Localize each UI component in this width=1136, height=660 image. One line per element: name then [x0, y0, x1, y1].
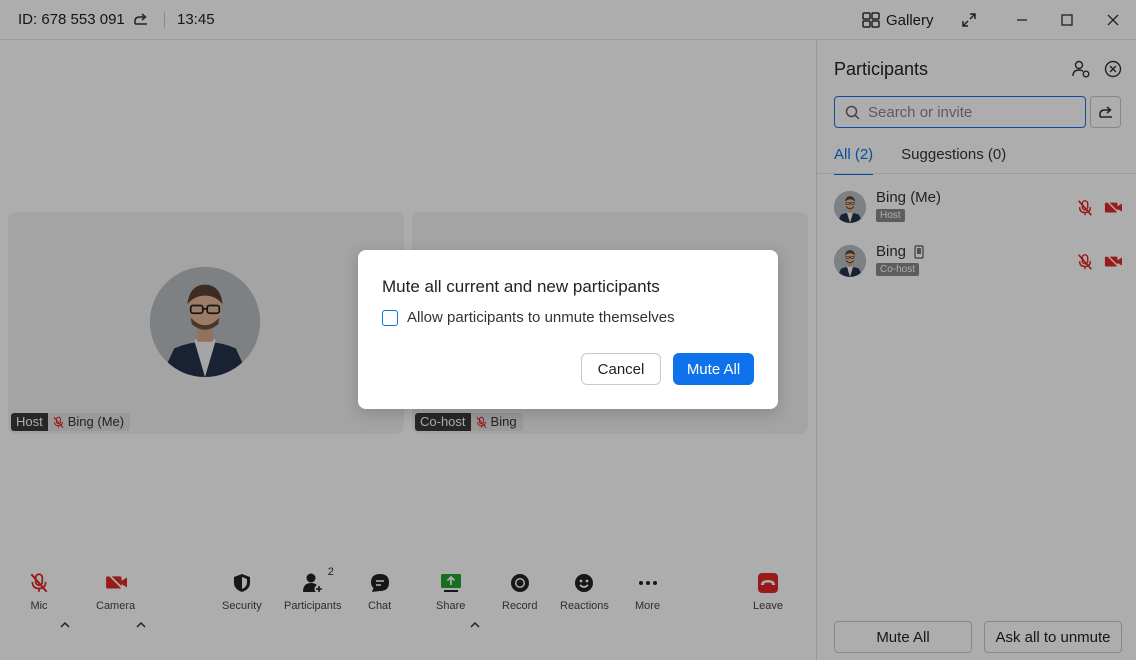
meeting-window: ID: 678 553 091 13:45 Gallery Host Bing …: [0, 0, 1136, 660]
dialog-title: Mute all current and new participants: [382, 277, 660, 296]
allow-unmute-checkbox[interactable]: Allow participants to unmute themselves: [382, 309, 675, 326]
checkbox-label: Allow participants to unmute themselves: [407, 309, 675, 326]
confirm-mute-all-button[interactable]: Mute All: [673, 353, 754, 385]
mute-all-dialog: Mute all current and new participants Al…: [358, 250, 778, 409]
checkbox-box[interactable]: [382, 309, 398, 326]
cancel-button[interactable]: Cancel: [581, 353, 661, 385]
